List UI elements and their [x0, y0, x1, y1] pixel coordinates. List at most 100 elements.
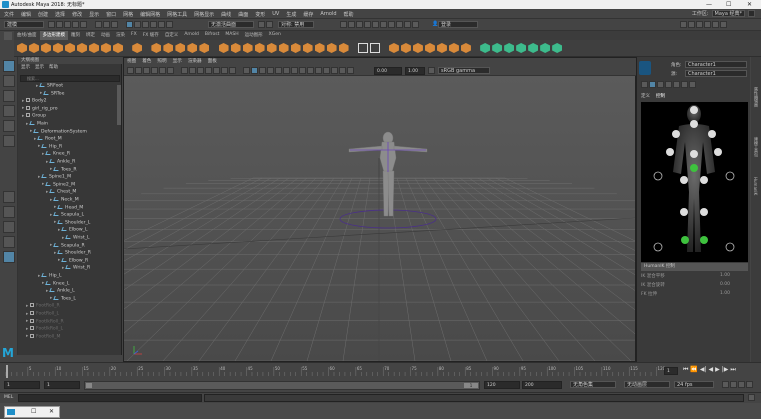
- outliner-row[interactable]: ▸ Chest_M: [18, 189, 122, 197]
- safe-title-icon[interactable]: [229, 67, 237, 74]
- slide-edge-icon[interactable]: [400, 43, 411, 53]
- hik-effector[interactable]: [666, 148, 674, 156]
- outliner-row[interactable]: ▸ Wrist_R: [18, 265, 122, 273]
- play-backwards-icon[interactable]: ◀: [709, 366, 714, 373]
- quad-draw-icon[interactable]: [388, 43, 399, 53]
- shelf-tab[interactable]: 渲染: [113, 31, 128, 40]
- auto-key-icon[interactable]: [738, 381, 745, 388]
- viewport-menu-item[interactable]: 着色: [142, 58, 151, 66]
- shelf-tab[interactable]: 运动图形: [242, 31, 266, 40]
- menu-item[interactable]: 网格: [123, 11, 133, 18]
- restore-icon[interactable]: ☐: [31, 408, 36, 415]
- outliner-row[interactable]: ▸ Scapula_L: [18, 212, 122, 220]
- ambient-occlusion-icon[interactable]: [315, 67, 323, 74]
- modeling-toolkit-toggle-icon[interactable]: [680, 21, 687, 28]
- open-scene-icon[interactable]: [56, 21, 63, 28]
- property-value[interactable]: 1.00: [720, 273, 730, 282]
- outliner-row[interactable]: ▸ Spine1_M: [18, 174, 122, 182]
- hik-pin-icon[interactable]: [725, 242, 735, 252]
- bevel-icon[interactable]: [254, 43, 265, 53]
- outliner-row[interactable]: ▸ Ankle_L: [18, 288, 122, 296]
- outliner-menu-item[interactable]: 帮助: [49, 64, 58, 72]
- hik-effector[interactable]: [690, 120, 698, 128]
- fps-dropdown[interactable]: 24 fps: [674, 381, 714, 388]
- shadows-icon[interactable]: [307, 67, 315, 74]
- outliner-row[interactable]: ▸ Neck_M: [18, 197, 122, 205]
- shelf-tab[interactable]: XGen: [266, 31, 284, 40]
- go-to-start-icon[interactable]: ⏮: [683, 366, 688, 374]
- viewport-menu-item[interactable]: 照明: [157, 58, 166, 66]
- step-back-frame-icon[interactable]: ◀|: [700, 366, 707, 373]
- hik-effector[interactable]: [680, 176, 688, 184]
- gate-mask-icon[interactable]: [205, 67, 213, 74]
- outliner-row[interactable]: ▸ FootIkRoll_L: [18, 326, 122, 334]
- outliner-row[interactable]: ▸ girl_rig_pro: [18, 105, 122, 114]
- motion-blur-icon[interactable]: [323, 67, 331, 74]
- menu-item[interactable]: 修改: [72, 11, 82, 18]
- tab-control[interactable]: 控制: [656, 93, 665, 99]
- depth-of-field-icon[interactable]: [339, 67, 347, 74]
- anti-aliasing-icon[interactable]: [331, 67, 339, 74]
- render-view-icon[interactable]: [340, 21, 347, 28]
- viewport-menu-item[interactable]: 显示: [173, 58, 182, 66]
- snap-view-icon[interactable]: [158, 21, 166, 28]
- outliner-row[interactable]: ▸ Body2: [18, 98, 122, 106]
- default-material-icon[interactable]: [283, 67, 291, 74]
- uv-spherical-icon[interactable]: [504, 43, 515, 53]
- undo-icon[interactable]: [72, 21, 79, 28]
- uv-sew-icon[interactable]: [552, 43, 563, 53]
- playback-start-field[interactable]: 1: [44, 381, 80, 389]
- type-icon[interactable]: [132, 43, 143, 53]
- shelf-tab[interactable]: 绑定: [83, 31, 98, 40]
- menu-item[interactable]: 生成: [286, 11, 296, 18]
- fill-hole-icon[interactable]: [266, 43, 277, 53]
- history-icon[interactable]: [258, 21, 265, 28]
- menu-item[interactable]: 曲面: [238, 11, 248, 18]
- outliner-row[interactable]: ▸ Shoulder_R: [18, 250, 122, 258]
- side-tab-attribute-editor[interactable]: 属性编辑器: [753, 87, 759, 107]
- bookmark-icon[interactable]: [143, 67, 150, 74]
- menu-item[interactable]: 选择: [55, 11, 65, 18]
- viewport-menu-item[interactable]: 渲染器: [188, 58, 202, 66]
- camera-attributes-icon[interactable]: [135, 67, 142, 74]
- humanik-selection-icon[interactable]: [673, 81, 680, 88]
- menu-item[interactable]: 网格显示: [194, 11, 214, 18]
- menu-item[interactable]: UV: [272, 11, 279, 18]
- outliner-menu-item[interactable]: 显示: [21, 64, 30, 72]
- isolate-select-icon[interactable]: [347, 67, 355, 74]
- bridge-icon[interactable]: [230, 43, 241, 53]
- loop-icon[interactable]: [722, 381, 729, 388]
- shelf-tab[interactable]: 雕刻: [68, 31, 83, 40]
- append-polygon-icon[interactable]: [242, 43, 253, 53]
- menu-item[interactable]: Arnold: [320, 11, 336, 18]
- login-dropdown[interactable]: 登录: [438, 21, 478, 28]
- menu-item[interactable]: 网格工具: [167, 11, 187, 18]
- poly-plane-icon[interactable]: [77, 43, 87, 53]
- live-surface-field[interactable]: 无激活曲面: [208, 21, 254, 28]
- new-scene-icon[interactable]: [48, 21, 55, 28]
- shelf-settings-icon[interactable]: [4, 32, 12, 40]
- outliner-row[interactable]: ▸ Elbow_L: [18, 227, 122, 235]
- 2d-pan-zoom-icon[interactable]: [159, 67, 166, 74]
- arnold-options-icon[interactable]: [412, 21, 419, 28]
- outliner-row[interactable]: ▸ Toes_L: [18, 295, 122, 304]
- render-settings-icon[interactable]: [364, 21, 371, 28]
- hik-effector[interactable]: [700, 176, 708, 184]
- arnold-ipr-icon[interactable]: [396, 21, 403, 28]
- humanik-control-icon[interactable]: [649, 81, 656, 88]
- poly-torus-icon[interactable]: [65, 43, 75, 53]
- target-weld-icon[interactable]: [290, 43, 301, 53]
- humanik-key-icon[interactable]: [689, 81, 696, 88]
- hik-effector[interactable]: [690, 150, 698, 158]
- smooth-shade-icon[interactable]: [251, 67, 259, 74]
- uv-cut-icon[interactable]: [540, 43, 551, 53]
- poly-cube-icon[interactable]: [29, 43, 39, 53]
- hik-effector[interactable]: [690, 164, 698, 172]
- outliner-row[interactable]: ▸ Ankle_R: [18, 159, 122, 167]
- current-frame-field[interactable]: 1: [664, 367, 678, 375]
- close-button[interactable]: ✕: [747, 1, 752, 8]
- step-back-key-icon[interactable]: ⏪: [690, 366, 697, 373]
- poly-cylinder-icon[interactable]: [41, 43, 51, 53]
- insert-edge-loop-icon[interactable]: [357, 43, 368, 53]
- resolution-gate-icon[interactable]: [197, 67, 205, 74]
